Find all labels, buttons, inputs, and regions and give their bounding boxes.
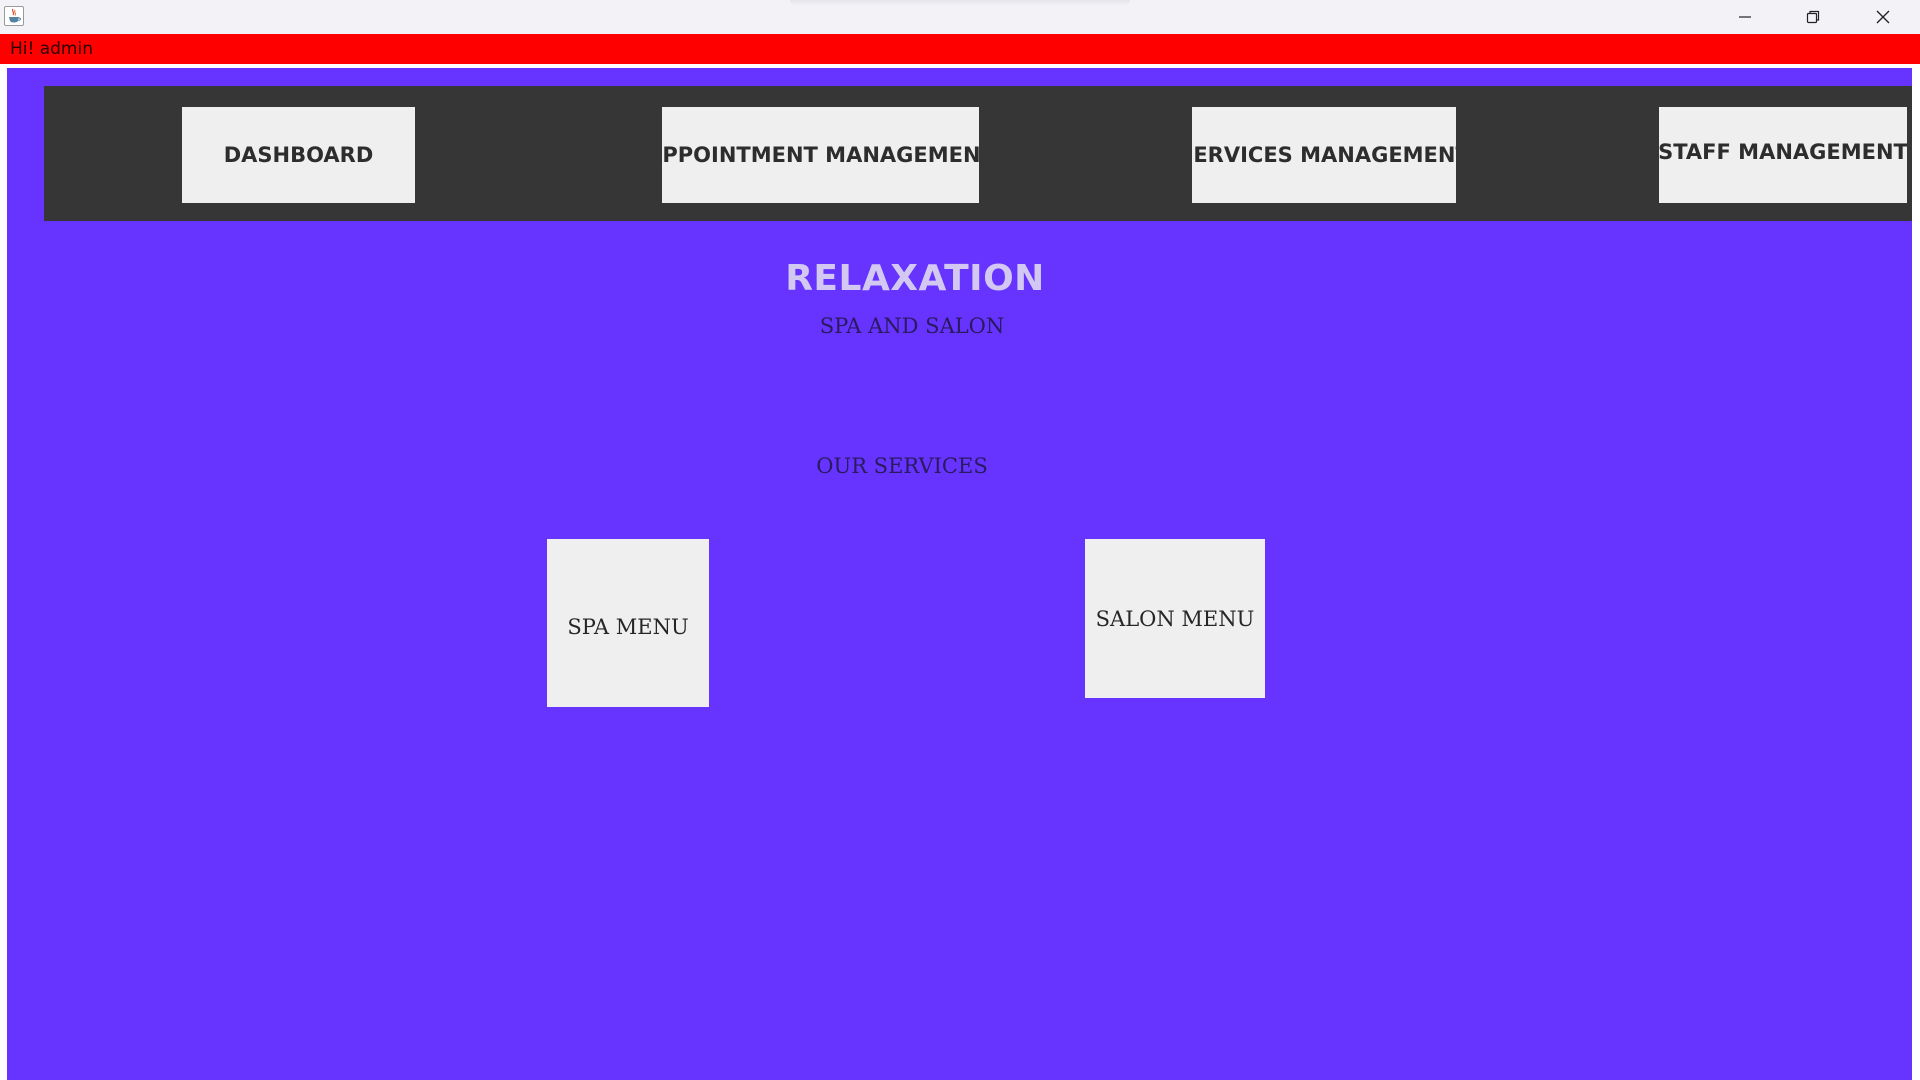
close-icon (1876, 10, 1890, 24)
salon-menu-button[interactable]: SALON MENU (1085, 539, 1265, 698)
restore-icon (1806, 10, 1820, 24)
java-app-icon[interactable] (4, 6, 24, 26)
app-window: Hi! admin DASHBOARD APPOINTMENT MANAGEME… (0, 0, 1920, 1080)
greeting-bar: Hi! admin (0, 34, 1920, 64)
restore-button[interactable] (1778, 0, 1848, 34)
window-titlebar[interactable] (0, 0, 1920, 34)
services-management-button[interactable]: SERVICES MANAGEMENT (1192, 107, 1456, 203)
staff-management-button[interactable]: STAFF MANAGEMENT (1659, 107, 1907, 203)
titlebar-glow (790, 0, 1130, 6)
brand-subtitle: SPA AND SALON (819, 314, 1005, 338)
greeting-label: Hi! admin (10, 39, 93, 59)
close-button[interactable] (1848, 0, 1918, 34)
dashboard-button[interactable]: DASHBOARD (182, 107, 415, 203)
spa-menu-button[interactable]: SPA MENU (547, 539, 709, 707)
appointment-management-button[interactable]: APPOINTMENT MANAGEMENT (662, 107, 979, 203)
minimize-button[interactable] (1710, 0, 1780, 34)
brand-title: RELAXATION (785, 258, 1045, 299)
minimize-icon (1738, 10, 1752, 24)
services-heading: OUR SERVICES (816, 454, 988, 478)
